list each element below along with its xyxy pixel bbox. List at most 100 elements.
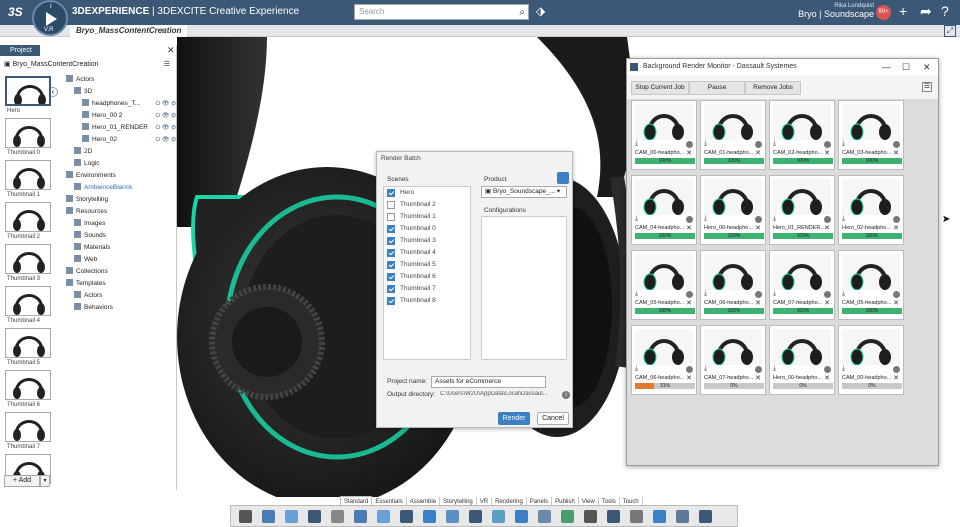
tag-icon[interactable]: ⬗: [536, 4, 545, 18]
plus-icon[interactable]: +: [899, 3, 907, 19]
tree-item[interactable]: Collections: [58, 266, 176, 278]
tab-project[interactable]: Project: [0, 45, 40, 56]
avatar[interactable]: 99+: [876, 5, 891, 20]
download-icon[interactable]: ⤓: [842, 365, 845, 373]
info-icon[interactable]: [824, 291, 831, 298]
chevron-down-icon[interactable]: ▾: [40, 475, 50, 487]
info-icon[interactable]: [893, 216, 900, 223]
download-icon[interactable]: ⤓: [704, 365, 707, 373]
scene-item[interactable]: Hero: [384, 187, 470, 199]
render-job-card[interactable]: ⤓ Hero_02-headpho... ✕ 100%: [838, 175, 904, 245]
render-job-card[interactable]: ⤓ CAM_07-headpho... ✕ 100%: [769, 250, 835, 320]
search-input[interactable]: Search ⌕: [354, 4, 529, 20]
render-job-card[interactable]: ⤓ CAM_06-headpho... ✕ 31%: [631, 325, 697, 395]
info-icon[interactable]: [686, 216, 693, 223]
scene-thumbnail[interactable]: [5, 328, 51, 358]
tree-item[interactable]: Images: [58, 218, 176, 230]
scene-checkbox[interactable]: [387, 237, 395, 245]
close-icon[interactable]: ✕: [686, 374, 692, 382]
info-icon[interactable]: [824, 366, 831, 373]
cancel-button[interactable]: Cancel: [537, 412, 569, 425]
visibility-icon[interactable]: ⏻ 👁 ⚙: [155, 98, 176, 110]
tree-item[interactable]: Actors: [58, 290, 176, 302]
download-icon[interactable]: ⤓: [635, 290, 638, 298]
close-icon[interactable]: ✕: [824, 224, 830, 232]
scene-item[interactable]: Thumbnail 3: [384, 235, 470, 247]
close-icon[interactable]: ✕: [755, 299, 761, 307]
scene-thumbnail[interactable]: [5, 412, 51, 442]
download-icon[interactable]: ⤓: [635, 365, 638, 373]
info-icon[interactable]: [824, 216, 831, 223]
product-select[interactable]: ▣ Bryo_Soundscape_... ▾: [481, 186, 567, 198]
toolbar-tool-icon[interactable]: [377, 510, 390, 523]
toolbar-tool-icon[interactable]: [308, 510, 321, 523]
scene-checkbox[interactable]: [387, 261, 395, 269]
tree-item[interactable]: Materials: [58, 242, 176, 254]
render-job-card[interactable]: ⤓ CAM_06-headpho... ✕ 100%: [700, 250, 766, 320]
toolbar-tool-icon[interactable]: [285, 510, 298, 523]
close-icon[interactable]: ✕: [167, 45, 175, 56]
output-dir-value[interactable]: C:\Users\W2U\AppData\Local\Dassaul...: [440, 391, 562, 397]
play-icon[interactable]: [46, 12, 57, 26]
download-icon[interactable]: ⤓: [842, 140, 845, 148]
add-tab-icon[interactable]: +: [160, 25, 165, 37]
tree-item[interactable]: 3D: [58, 86, 176, 98]
close-icon[interactable]: ✕: [893, 374, 899, 382]
project-name[interactable]: ▣ Bryo_MassContentCreation ☰: [4, 60, 174, 68]
tab-document[interactable]: Bryo_MassContentCreation: [70, 25, 188, 37]
render-job-card[interactable]: ⤓ CAM_05-headpho... ✕ 100%: [631, 250, 697, 320]
scene-thumbnail[interactable]: [5, 244, 51, 274]
toolbar-tool-icon[interactable]: [239, 510, 252, 523]
tree-item[interactable]: AmbienceBlanck: [58, 182, 176, 194]
scene-checkbox[interactable]: [387, 285, 395, 293]
close-icon[interactable]: ✕: [686, 224, 692, 232]
info-icon[interactable]: [755, 141, 762, 148]
close-icon[interactable]: ✕: [755, 374, 761, 382]
scene-item[interactable]: Thumbnail 0: [384, 223, 470, 235]
scene-thumbnail[interactable]: [5, 202, 51, 232]
download-icon[interactable]: ⤓: [773, 215, 776, 223]
scene-checkbox[interactable]: [387, 249, 395, 257]
share-icon[interactable]: ➦: [920, 3, 932, 20]
add-button[interactable]: + Add: [4, 475, 40, 487]
close-icon[interactable]: ✕: [824, 149, 830, 157]
search-icon[interactable]: ⌕: [519, 6, 525, 20]
close-icon[interactable]: ✕: [824, 299, 830, 307]
stop-job-button[interactable]: Stop Current Job: [631, 81, 689, 95]
info-icon[interactable]: [755, 216, 762, 223]
tree-item[interactable]: Behaviors: [58, 302, 176, 314]
download-icon[interactable]: ⤓: [704, 140, 707, 148]
render-job-card[interactable]: ⤓ CAM_07-headpho... ✕ 0%: [700, 325, 766, 395]
render-job-card[interactable]: ⤓ CAM_00-headpho... ✕ 0%: [838, 325, 904, 395]
download-icon[interactable]: ⤓: [635, 215, 638, 223]
visibility-icon[interactable]: ⏻ 👁 ⚙: [155, 134, 176, 146]
download-icon[interactable]: ⤓: [704, 290, 707, 298]
tree-item[interactable]: Resources: [58, 206, 176, 218]
info-icon[interactable]: [893, 366, 900, 373]
scene-item[interactable]: Thumbnail 8: [384, 295, 470, 307]
close-icon[interactable]: ✕: [755, 149, 761, 157]
scene-checkbox[interactable]: [387, 297, 395, 305]
info-icon[interactable]: [686, 141, 693, 148]
ds-logo-icon[interactable]: 3S: [8, 5, 23, 19]
scene-thumbnail[interactable]: [5, 118, 51, 148]
toolbar-tool-icon[interactable]: [354, 510, 367, 523]
scene-checkbox[interactable]: [387, 213, 395, 221]
tree-item[interactable]: headphones_T... ⏻ 👁 ⚙: [58, 98, 176, 110]
visibility-icon[interactable]: ⏻ 👁 ⚙: [155, 122, 176, 134]
download-icon[interactable]: ⤓: [704, 215, 707, 223]
close-icon[interactable]: ✕: [893, 299, 899, 307]
tree-item[interactable]: Storytelling: [58, 194, 176, 206]
render-button[interactable]: Render: [498, 412, 530, 425]
scene-item[interactable]: Thumbnail 2: [384, 199, 470, 211]
close-icon[interactable]: ✕: [755, 224, 761, 232]
tree-item[interactable]: Hero_01_RENDER ⏻ 👁 ⚙: [58, 122, 176, 134]
list-view-icon[interactable]: ☰: [922, 82, 932, 92]
project-name-input[interactable]: Assets for eCommerce: [431, 376, 546, 388]
toolbar-tool-icon[interactable]: [676, 510, 689, 523]
render-job-card[interactable]: ⤓ CAM_01-headpho... ✕ 100%: [700, 100, 766, 170]
scene-checkbox[interactable]: [387, 201, 395, 209]
toolbar-tool-icon[interactable]: [538, 510, 551, 523]
toolbar-tool-icon[interactable]: [630, 510, 643, 523]
remove-jobs-button[interactable]: Remove Jobs: [745, 81, 801, 95]
